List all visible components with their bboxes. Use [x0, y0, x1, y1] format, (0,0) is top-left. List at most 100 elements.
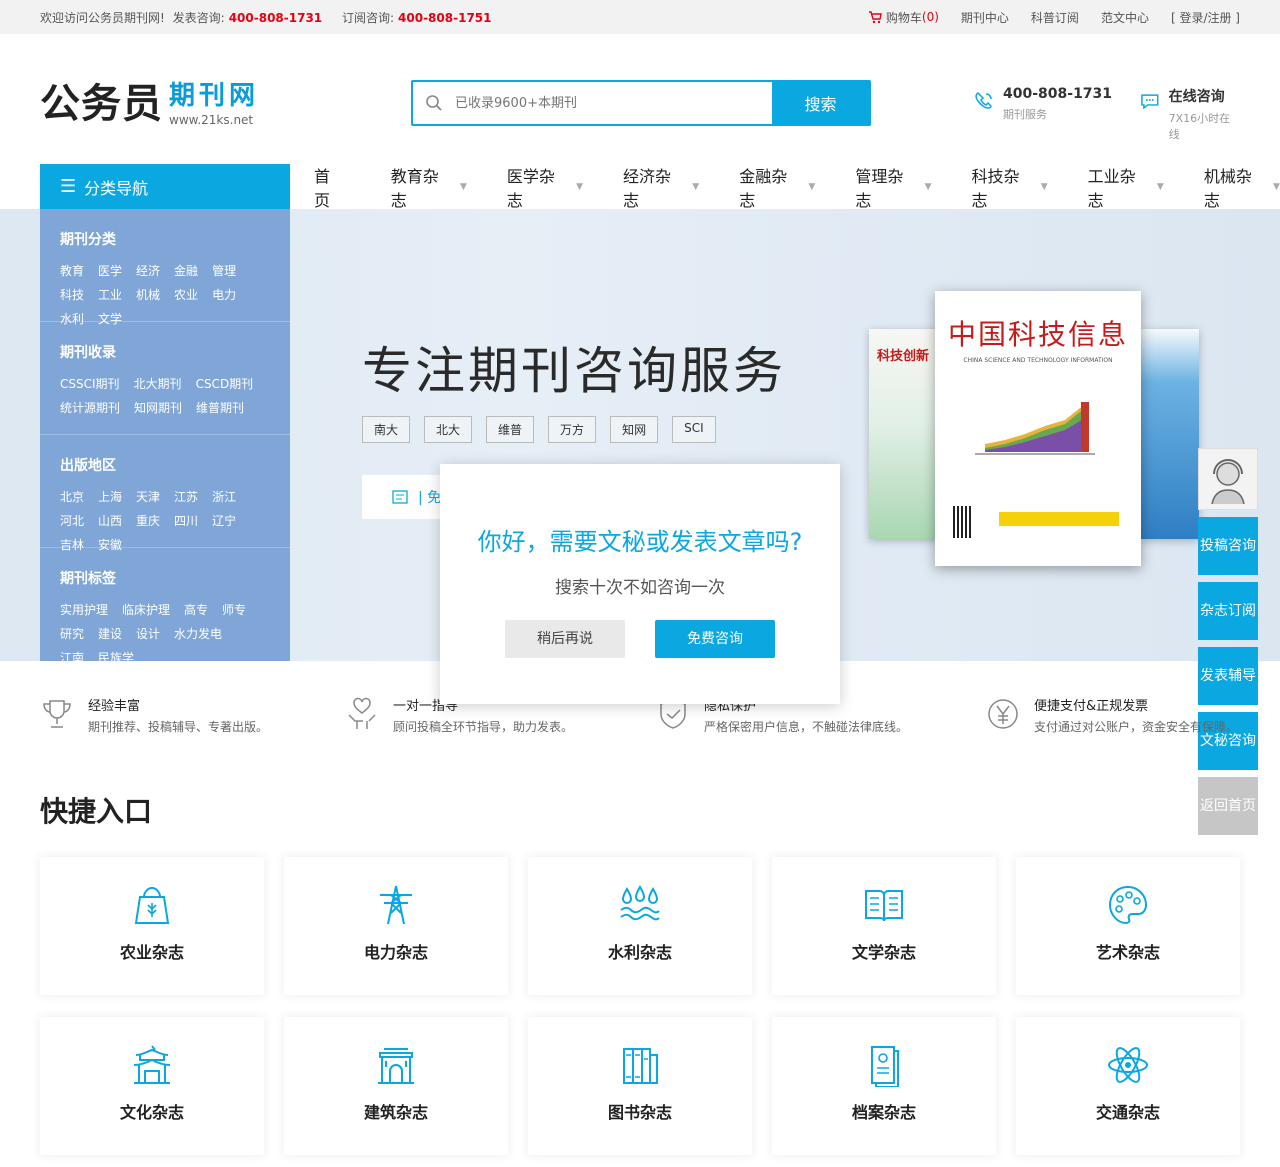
sidebar-link[interactable]: 临床护理 — [122, 598, 170, 622]
sidebar-link[interactable]: CSCD期刊 — [196, 372, 254, 396]
sidebar-link[interactable]: 农业 — [174, 283, 198, 307]
sidebar-link[interactable]: 工业 — [98, 283, 122, 307]
quick-card-culture[interactable]: 文化杂志 — [40, 1017, 264, 1155]
search-input[interactable] — [455, 82, 772, 124]
tag-zhiwang[interactable]: 知网 — [610, 416, 659, 443]
nav-item-machinery[interactable]: 机械杂志 ▼ — [1204, 163, 1280, 211]
sidebar-link[interactable]: 维普期刊 — [196, 396, 244, 420]
float-submit-consult[interactable]: 投稿咨询 — [1198, 517, 1258, 575]
nav-item-home[interactable]: 首 页 — [314, 163, 351, 211]
link-sample-center[interactable]: 范文中心 — [1101, 9, 1149, 26]
sidebar-link[interactable]: 设计 — [136, 622, 160, 646]
sidebar-link[interactable]: 辽宁 — [212, 509, 236, 533]
sidebar-link[interactable]: 重庆 — [136, 509, 160, 533]
menu-icon: ☰ — [60, 176, 77, 197]
header-phone: 400-808-1731 — [1003, 86, 1113, 102]
quick-card-literature[interactable]: 文学杂志 — [772, 857, 996, 995]
tag-weipu[interactable]: 维普 — [486, 416, 535, 443]
chevron-down-icon: ▼ — [692, 181, 700, 192]
sidebar-section-title: 期刊收录 — [60, 345, 116, 361]
sidebar-link[interactable]: 电力 — [212, 283, 236, 307]
sidebar-link[interactable]: 师专 — [222, 598, 246, 622]
sidebar-link[interactable]: 经济 — [136, 259, 160, 283]
sidebar-link[interactable]: 科技 — [60, 283, 84, 307]
nav-item-label: 教育杂志 — [390, 166, 439, 210]
chevron-down-icon: ▼ — [576, 181, 584, 192]
main-nav: ☰ 分类导航 首 页 教育杂志 ▼ 医学杂志 ▼ 经济杂志 ▼ 金融杂志 ▼ 管理杂志 ▼… — [0, 163, 1280, 211]
sidebar-link[interactable]: 吉林 — [60, 533, 84, 557]
float-magazine-subscribe[interactable]: 杂志订阅 — [1198, 582, 1258, 640]
barcode-graphic — [953, 506, 973, 538]
quick-card-water[interactable]: 水利杂志 — [528, 857, 752, 995]
sidebar-link[interactable]: 管理 — [212, 259, 236, 283]
sidebar-link[interactable]: 教育 — [60, 259, 84, 283]
tag-beida[interactable]: 北大 — [424, 416, 473, 443]
form-icon — [392, 490, 408, 504]
link-science-subscribe[interactable]: 科普订阅 — [1031, 9, 1079, 26]
sidebar-link[interactable]: 建设 — [98, 622, 122, 646]
nav-item-economy[interactable]: 经济杂志 ▼ — [623, 163, 699, 211]
sidebar-link[interactable]: 医学 — [98, 259, 122, 283]
quick-card-agriculture[interactable]: 农业杂志 — [40, 857, 264, 995]
tag-sci[interactable]: SCI — [672, 416, 716, 443]
sidebar-link[interactable]: 安徽 — [98, 533, 122, 557]
sidebar-link[interactable]: 水力发电 — [174, 622, 222, 646]
sidebar-link[interactable]: 上海 — [98, 485, 122, 509]
nav-item-management[interactable]: 管理杂志 ▼ — [855, 163, 931, 211]
sidebar-link[interactable]: 高专 — [184, 598, 208, 622]
feature-desc: 支付通过对公账户，资金安全有保障。 — [1034, 720, 1239, 734]
magazine-cover-left: 科技创新 — [869, 329, 941, 539]
magazine-chart-graphic — [975, 402, 1095, 455]
sidebar-link[interactable]: 研究 — [60, 622, 84, 646]
sidebar-link[interactable]: 金融 — [174, 259, 198, 283]
search-icon — [413, 82, 455, 124]
sidebar-link[interactable]: 实用护理 — [60, 598, 108, 622]
modal-later-button[interactable]: 稍后再说 — [505, 620, 625, 658]
search-button[interactable]: 搜索 — [772, 82, 869, 124]
quick-card-books[interactable]: 图书杂志 — [528, 1017, 752, 1155]
float-back-home[interactable]: 返回首页 — [1198, 777, 1258, 835]
sidebar-link[interactable]: 知网期刊 — [134, 396, 182, 420]
banner-slogan: 专注期刊咨询服务 — [362, 342, 786, 400]
sidebar-link[interactable]: CSSCI期刊 — [60, 372, 120, 396]
tag-wanfang[interactable]: 万方 — [548, 416, 597, 443]
modal-free-consult-button[interactable]: 免费咨询 — [655, 620, 775, 658]
link-journal-center[interactable]: 期刊中心 — [961, 9, 1009, 26]
sidebar-link[interactable]: 机械 — [136, 283, 160, 307]
sidebar-link[interactable]: 四川 — [174, 509, 198, 533]
book-icon — [865, 890, 903, 922]
phone-info[interactable]: 400-808-1731 期刊服务 — [973, 86, 1112, 122]
nav-item-finance[interactable]: 金融杂志 ▼ — [739, 163, 815, 211]
nav-item-industry[interactable]: 工业杂志 ▼ — [1088, 163, 1164, 211]
sidebar-link[interactable]: 山西 — [98, 509, 122, 533]
sidebar-link[interactable]: 浙江 — [212, 485, 236, 509]
quick-card-power[interactable]: 电力杂志 — [284, 857, 508, 995]
quick-card-traffic[interactable]: 交通杂志 — [1016, 1017, 1240, 1155]
category-nav-button[interactable]: ☰ 分类导航 — [40, 164, 290, 209]
online-consult[interactable]: 在线咨询 7X16小时在线 — [1139, 86, 1240, 142]
sidebar-link[interactable]: 文学 — [98, 307, 122, 331]
nav-item-medicine[interactable]: 医学杂志 ▼ — [507, 163, 583, 211]
sidebar-section-tags: 期刊标签 实用护理 临床护理 高专 师专 研究 建设 设计 水力发电 江南 民族学 — [40, 548, 290, 665]
quick-card-archive[interactable]: 档案杂志 — [772, 1017, 996, 1155]
sidebar-link[interactable]: 统计源期刊 — [60, 396, 120, 420]
quick-card-architecture[interactable]: 建筑杂志 — [284, 1017, 508, 1155]
chat-icon — [1141, 94, 1159, 110]
quick-card-art[interactable]: 艺术杂志 — [1016, 857, 1240, 995]
logo[interactable]: 公务员 期刊网 www.21ks.net — [40, 80, 259, 128]
agriculture-icon — [134, 886, 170, 924]
sidebar-link[interactable]: 水利 — [60, 307, 84, 331]
sidebar-link[interactable]: 天津 — [136, 485, 160, 509]
sidebar-link[interactable]: 河北 — [60, 509, 84, 533]
tag-nanda[interactable]: 南大 — [362, 416, 411, 443]
power-tower-icon — [380, 885, 412, 925]
customer-service-avatar[interactable] — [1198, 448, 1258, 510]
sidebar-link[interactable]: 江苏 — [174, 485, 198, 509]
sidebar-link[interactable]: 北京 — [60, 485, 84, 509]
sidebar-link[interactable]: 北大期刊 — [134, 372, 182, 396]
cart-link[interactable]: 购物车 (0) — [868, 9, 939, 26]
nav-item-science[interactable]: 科技杂志 ▼ — [972, 163, 1048, 211]
link-login-register[interactable]: [ 登录/注册 ] — [1171, 9, 1240, 26]
nav-item-education[interactable]: 教育杂志 ▼ — [391, 163, 467, 211]
chevron-down-icon: ▼ — [808, 181, 816, 192]
